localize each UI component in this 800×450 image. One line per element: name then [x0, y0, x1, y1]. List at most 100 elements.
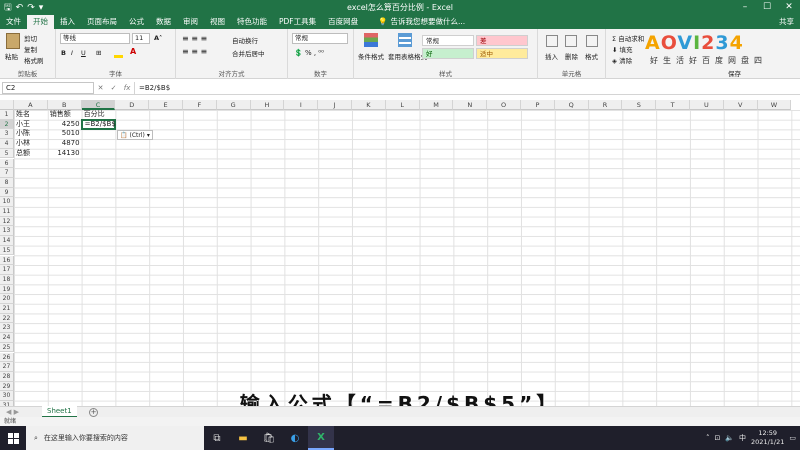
close-button[interactable]: ✕ [778, 0, 800, 15]
maximize-button[interactable]: ☐ [756, 0, 778, 15]
underline-button[interactable]: U [81, 49, 86, 57]
tab-formulas[interactable]: 公式 [123, 15, 150, 29]
autosum-button[interactable]: Σ 自动求和 [612, 33, 644, 43]
column-header-r[interactable]: R [588, 100, 623, 110]
row-header-17[interactable]: 17 [0, 265, 14, 275]
cancel-icon[interactable]: ✕ [98, 84, 104, 92]
formula-input[interactable]: =B2/$B$ [134, 81, 800, 94]
row-header-10[interactable]: 10 [0, 197, 14, 207]
style-normal[interactable]: 常规 [422, 35, 474, 46]
column-header-c[interactable]: C [81, 100, 116, 110]
clock[interactable]: 12:59 2021/1/21 [751, 429, 784, 447]
tab-pdf[interactable]: PDF工具集 [273, 15, 322, 29]
tell-me-box[interactable]: 💡 告诉我您想要做什么... [378, 15, 465, 29]
cell-a2[interactable]: 小王 [14, 120, 48, 130]
row-header-5[interactable]: 5 [0, 148, 14, 159]
column-header-s[interactable]: S [622, 100, 657, 110]
align-top-icon[interactable]: ≡ ≡ ≡ [182, 34, 207, 43]
row-header-18[interactable]: 18 [0, 274, 14, 285]
format-cells-button[interactable]: 格式 [585, 51, 598, 61]
row-header-14[interactable]: 14 [0, 236, 14, 246]
align-left-icon[interactable]: ≡ ≡ ≡ [182, 47, 207, 56]
taskbar-search[interactable]: ⌕ 在这里输入你要搜索的内容 [26, 426, 204, 450]
column-header-o[interactable]: O [487, 100, 521, 110]
copy-button[interactable]: 复制 [24, 44, 37, 54]
row-header-9[interactable]: 9 [0, 187, 14, 198]
tab-file[interactable]: 文件 [0, 15, 27, 29]
file-explorer-icon[interactable]: ▬ [230, 426, 256, 450]
row-header-4[interactable]: 4 [0, 139, 14, 149]
column-header-n[interactable]: N [453, 100, 488, 110]
font-color-icon[interactable]: A [130, 47, 136, 56]
volume-icon[interactable]: 🔈 [725, 434, 734, 442]
fx-icon[interactable]: fx [124, 84, 131, 92]
row-header-16[interactable]: 16 [0, 255, 14, 266]
format-cells-icon[interactable] [586, 35, 598, 47]
cell-b4[interactable]: 4870 [48, 139, 82, 149]
grow-font-icon[interactable]: A˄ [154, 34, 162, 42]
tab-page-layout[interactable]: 页面布局 [81, 15, 123, 29]
paste-button[interactable]: 粘贴 [5, 51, 18, 61]
fill-button[interactable]: ⬇ 填充 [612, 44, 633, 54]
row-header-13[interactable]: 13 [0, 226, 14, 237]
edge-icon[interactable]: ◐ [282, 426, 308, 450]
wrap-text-button[interactable]: 自动换行 [232, 35, 258, 45]
style-good[interactable]: 好 [422, 48, 474, 59]
italic-button[interactable]: I [71, 49, 73, 57]
cell-a5[interactable]: 总额 [14, 149, 48, 159]
tray-overflow-icon[interactable]: ˄ [706, 434, 710, 442]
column-header-t[interactable]: T [656, 100, 690, 110]
excel-taskbar-icon[interactable]: X [308, 426, 334, 450]
column-header-l[interactable]: L [385, 100, 420, 110]
tab-baidu[interactable]: 百度网盘 [322, 15, 364, 29]
column-header-u[interactable]: U [690, 100, 724, 110]
add-sheet-icon[interactable]: + [89, 408, 98, 417]
column-header-i[interactable]: I [284, 100, 319, 110]
cell-b1[interactable]: 销售额 [48, 110, 82, 120]
undo-icon[interactable]: ↶ [16, 3, 24, 13]
cell-a3[interactable]: 小陈 [14, 129, 48, 139]
font-size-select[interactable]: 11 [132, 33, 150, 44]
tab-data[interactable]: 数据 [150, 15, 177, 29]
row-header-6[interactable]: 6 [0, 158, 14, 169]
active-cell[interactable]: =B2/$B$ [80, 118, 117, 131]
font-name-select[interactable]: 等线 [60, 33, 130, 44]
delete-cells-button[interactable]: 删除 [565, 51, 578, 61]
cell-b5[interactable]: 14130 [48, 149, 82, 159]
column-header-b[interactable]: B [47, 100, 82, 110]
row-header-24[interactable]: 24 [0, 333, 14, 343]
share-button[interactable]: 共享 [779, 15, 794, 29]
row-header-20[interactable]: 20 [0, 294, 14, 304]
input-method[interactable]: 中 [739, 433, 746, 443]
row-header-27[interactable]: 27 [0, 362, 14, 372]
column-header-g[interactable]: G [216, 100, 251, 110]
tab-view[interactable]: 视图 [204, 15, 231, 29]
column-header-q[interactable]: Q [554, 100, 589, 110]
clear-button[interactable]: ◈ 清除 [612, 55, 632, 65]
task-view-icon[interactable]: ⧉ [204, 426, 230, 450]
network-icon[interactable]: ⊡ [714, 434, 720, 442]
row-header-22[interactable]: 22 [0, 313, 14, 324]
select-all-corner[interactable] [0, 100, 14, 110]
number-format-select[interactable]: 常规 [292, 33, 348, 44]
minimize-button[interactable]: – [734, 0, 756, 15]
paste-icon[interactable] [6, 33, 20, 49]
row-header-26[interactable]: 26 [0, 352, 14, 363]
column-header-j[interactable]: J [318, 100, 352, 110]
enter-icon[interactable]: ✓ [111, 84, 117, 92]
row-header-21[interactable]: 21 [0, 304, 14, 314]
style-bad[interactable]: 差 [476, 35, 528, 46]
row-header-12[interactable]: 12 [0, 216, 14, 227]
column-header-d[interactable]: D [115, 100, 150, 110]
customize-qat-icon[interactable]: ▾ [39, 3, 44, 13]
tab-home[interactable]: 开始 [27, 15, 54, 29]
conditional-format-button[interactable]: 条件格式 [358, 51, 384, 61]
cut-button[interactable]: 剪切 [24, 33, 37, 43]
column-header-a[interactable]: A [14, 100, 48, 110]
insert-cells-icon[interactable] [546, 35, 558, 47]
cell-b3[interactable]: 5010 [48, 129, 82, 139]
redo-icon[interactable]: ↷ [27, 3, 35, 13]
row-header-7[interactable]: 7 [0, 168, 14, 178]
row-header-15[interactable]: 15 [0, 245, 14, 256]
store-icon[interactable]: 🛍 [256, 426, 282, 450]
